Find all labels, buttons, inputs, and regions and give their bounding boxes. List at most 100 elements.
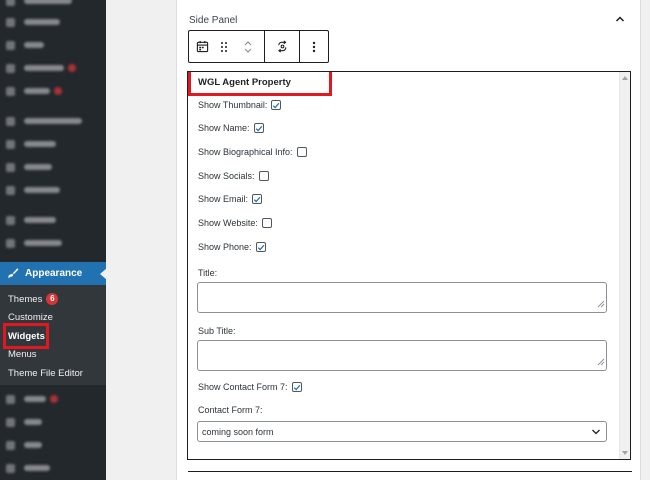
option-checkbox[interactable] xyxy=(261,218,272,228)
sidebar-item-blurred[interactable] xyxy=(6,160,52,174)
option-checkbox[interactable] xyxy=(296,147,307,157)
sidebar-item-blurred[interactable] xyxy=(6,183,60,197)
admin-sidebar: Appearance Themes 6 Customize Widgets Men… xyxy=(0,0,106,480)
scroll-up-arrow[interactable] xyxy=(622,76,628,80)
title-field[interactable] xyxy=(197,282,607,313)
option-label: Show Phone: xyxy=(198,242,252,252)
chevron-up-icon[interactable] xyxy=(614,13,626,25)
option-checkbox[interactable] xyxy=(253,123,264,133)
chevron-down-icon[interactable] xyxy=(243,47,253,55)
paintbrush-icon xyxy=(5,267,19,281)
menu-label-blurred xyxy=(24,396,46,402)
menu-label-blurred xyxy=(24,442,42,448)
submenu-item-widgets[interactable]: Widgets xyxy=(8,331,45,342)
appearance-submenu: Themes 6 Customize Widgets Menus Theme Fi… xyxy=(0,285,106,385)
menu-badge xyxy=(68,64,76,72)
sidebar-item-blurred[interactable] xyxy=(6,38,44,52)
block-toolbar xyxy=(188,30,329,63)
menu-icon xyxy=(6,417,15,427)
menu-icon xyxy=(6,139,15,149)
menu-icon xyxy=(6,162,15,172)
resize-grip-icon[interactable] xyxy=(597,300,605,311)
menu-label-blurred xyxy=(24,118,82,124)
sidebar-item-appearance[interactable]: Appearance xyxy=(0,262,106,285)
contact-form-checkbox[interactable] xyxy=(291,382,302,392)
sidebar-item-blurred[interactable] xyxy=(6,15,60,29)
current-menu-arrow xyxy=(100,268,106,280)
option-row: Show Biographical Info: xyxy=(198,147,307,157)
move-up-down-buttons[interactable] xyxy=(233,31,263,62)
option-row: Show Socials: xyxy=(198,171,269,181)
sidebar-item-blurred[interactable] xyxy=(6,84,62,98)
menu-label-blurred xyxy=(24,141,56,147)
menu-icon xyxy=(6,86,15,96)
menu-icon xyxy=(6,40,15,50)
drag-handle-icon[interactable] xyxy=(215,31,233,62)
sidebar-item-blurred[interactable] xyxy=(6,213,56,227)
panel-title: Side Panel xyxy=(189,15,238,26)
menu-label-blurred xyxy=(24,240,62,246)
menu-label-blurred xyxy=(24,465,50,471)
menu-label-blurred xyxy=(24,0,72,4)
contact-form-toggle-label: Show Contact Form 7: xyxy=(198,382,288,392)
menu-icon xyxy=(6,116,15,126)
transform-icon[interactable] xyxy=(265,31,299,62)
menu-icon xyxy=(6,238,15,248)
option-label: Show Thumbnail: xyxy=(198,100,268,110)
submenu-item-menus[interactable]: Menus xyxy=(8,349,37,360)
subtitle-field-label: Sub Title: xyxy=(198,326,236,336)
option-row: Show Phone: xyxy=(198,242,266,252)
menu-icon xyxy=(6,63,15,73)
sidebar-item-blurred[interactable] xyxy=(6,61,76,75)
menu-icon xyxy=(6,17,15,27)
resize-grip-icon[interactable] xyxy=(597,358,605,369)
submenu-item-theme-file-editor[interactable]: Theme File Editor xyxy=(8,368,83,379)
submenu-item-themes-label: Themes xyxy=(8,294,43,305)
submenu-item-themes[interactable]: Themes 6 xyxy=(8,293,59,305)
option-row: Show Website: xyxy=(198,218,272,228)
option-checkbox[interactable] xyxy=(271,100,282,110)
themes-update-badge: 6 xyxy=(46,293,59,305)
menu-label-blurred xyxy=(24,419,42,425)
option-label: Show Biographical Info: xyxy=(198,147,293,157)
submenu-item-customize[interactable]: Customize xyxy=(8,312,53,323)
sidebar-item-blurred[interactable] xyxy=(6,392,58,406)
next-widget-divider xyxy=(188,471,632,472)
sidebar-item-blurred[interactable] xyxy=(6,0,72,8)
sidebar-item-blurred[interactable] xyxy=(6,461,50,475)
menu-icon xyxy=(6,0,15,6)
menu-label-blurred xyxy=(24,65,64,71)
contact-form-select[interactable]: coming soon form xyxy=(197,421,607,442)
side-panel-widget-area: Side Panel WGL Agent Property Show Thumb… xyxy=(176,0,641,480)
option-checkbox[interactable] xyxy=(255,242,266,252)
menu-label-blurred xyxy=(24,187,60,193)
option-checkbox[interactable] xyxy=(258,171,269,181)
menu-icon xyxy=(6,215,15,225)
more-options-icon[interactable] xyxy=(300,31,328,62)
sidebar-item-blurred[interactable] xyxy=(6,137,56,151)
sidebar-item-blurred[interactable] xyxy=(6,236,62,250)
menu-icon xyxy=(6,463,15,473)
chevron-down-icon xyxy=(591,428,601,438)
option-row: Show Email: xyxy=(198,194,263,204)
wgl-agent-property-widget: WGL Agent Property Show Thumbnail: Show N… xyxy=(187,71,631,460)
scroll-down-arrow[interactable] xyxy=(622,451,628,455)
menu-icon xyxy=(6,394,15,404)
sidebar-item-blurred[interactable] xyxy=(6,415,42,429)
menu-label-blurred xyxy=(24,217,56,223)
widget-title: WGL Agent Property xyxy=(198,77,291,88)
option-row: Show Name: xyxy=(198,123,264,133)
subtitle-field[interactable] xyxy=(197,340,607,371)
menu-badge xyxy=(54,87,62,95)
sidebar-item-blurred[interactable] xyxy=(6,114,82,128)
sidebar-item-blurred[interactable] xyxy=(6,438,42,452)
menu-label-blurred xyxy=(24,42,44,48)
option-row: Show Thumbnail: xyxy=(198,100,282,110)
menu-label-blurred xyxy=(24,19,60,25)
option-label: Show Website: xyxy=(198,218,258,228)
calendar-icon[interactable] xyxy=(189,31,215,62)
chevron-up-icon[interactable] xyxy=(243,39,253,47)
option-checkbox[interactable] xyxy=(252,194,263,204)
sidebar-item-appearance-label: Appearance xyxy=(25,268,83,279)
widget-scrollbar[interactable] xyxy=(619,72,630,459)
